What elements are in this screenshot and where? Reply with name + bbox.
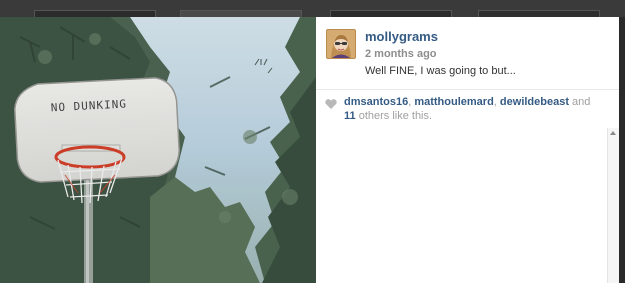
screen: NO DUNKING mollygrams 2 months ago Well … (0, 0, 625, 283)
likes-count[interactable]: 11 (344, 110, 356, 122)
heart-icon[interactable] (325, 98, 337, 110)
post-photo[interactable]: NO DUNKING (0, 17, 316, 283)
scroll-up-arrow-icon[interactable] (610, 131, 616, 135)
likes-suffix: others like this. (355, 110, 433, 122)
basketball-hoop-photo: NO DUNKING (0, 17, 316, 283)
post-timestamp[interactable]: 2 months ago (365, 48, 437, 61)
likes-text: dmsantos16, matthoulemard, dewildebeast … (344, 95, 604, 123)
username-link[interactable]: mollygrams (365, 29, 438, 45)
likes-section: dmsantos16, matthoulemard, dewildebeast … (316, 89, 625, 129)
liker-link[interactable]: matthoulemard (414, 96, 493, 108)
post-details-panel: mollygrams 2 months ago Well FINE, I was… (316, 17, 625, 283)
liker-link[interactable]: dewildebeast (500, 96, 569, 108)
photo-modal: NO DUNKING mollygrams 2 months ago Well … (0, 17, 625, 283)
liker-link[interactable]: dmsantos16 (344, 96, 408, 108)
modal-right-edge (619, 17, 625, 283)
avatar-image (327, 30, 355, 58)
comments-area[interactable] (316, 128, 625, 283)
likes-and-text: and (569, 96, 591, 108)
post-header: mollygrams 2 months ago Well FINE, I was… (316, 17, 625, 89)
post-caption: Well FINE, I was going to but... (365, 65, 516, 77)
comments-scrollbar[interactable] (607, 128, 619, 283)
avatar[interactable] (326, 29, 356, 59)
